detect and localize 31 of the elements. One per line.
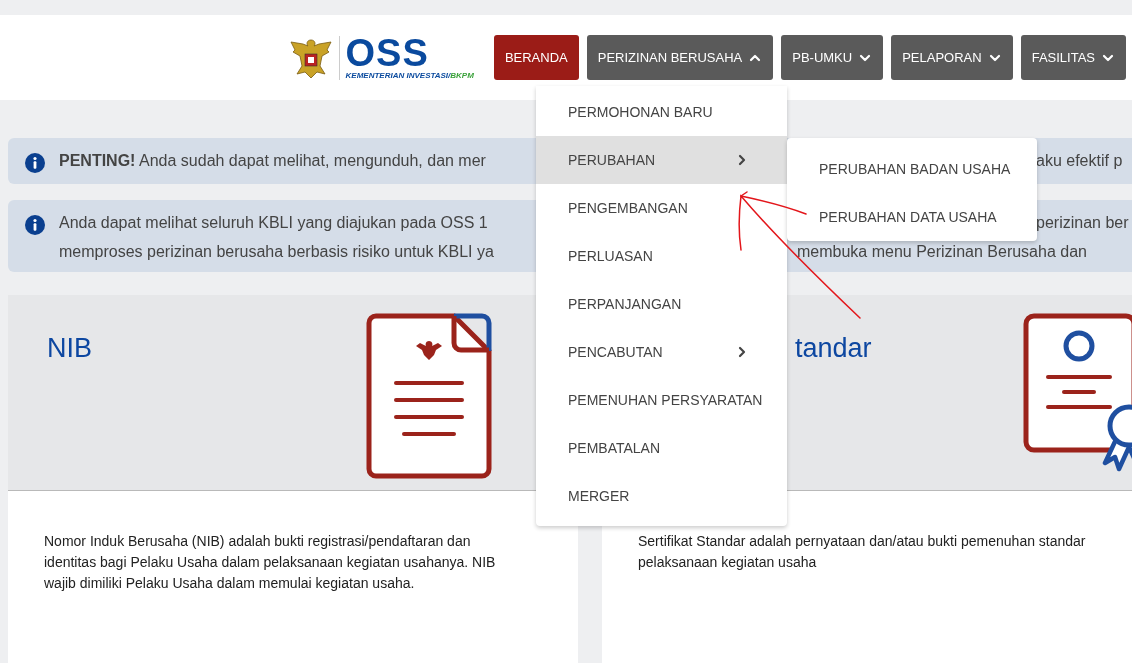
menu-item[interactable]: PEMENUHAN PERSYARATAN <box>536 376 787 424</box>
menu-item[interactable]: PERLUASAN <box>536 232 787 280</box>
oss-logo-text: OSS <box>345 35 429 71</box>
menu-item[interactable]: PERUBAHAN DATA USAHA <box>787 193 1037 241</box>
card-title: tandar <box>795 333 872 365</box>
menu-item[interactable]: PEMBATALAN <box>536 424 787 472</box>
alert-text: Anda dapat melihat seluruh KBLI yang diajukan pada OSS 1 <box>59 214 488 231</box>
logo-subtitle: KEMENTERIAN INVESTASI/BKPM <box>345 71 474 80</box>
menu-item[interactable]: PENCABUTAN <box>536 328 787 376</box>
alert-text: perizinan ber <box>1036 213 1129 232</box>
document-icon <box>366 313 492 479</box>
alert-text: memproses perizinan berusaha berbasis risiko untuk KBLI ya <box>59 243 494 260</box>
card-description: Sertifikat Standar adalah pernyataan dan/atau bukti pemenuhan standar pelaksanaan kegiatan usaha <box>638 532 1087 572</box>
nav-menu-button[interactable]: PERIZINAN BERUSAHA <box>586 35 774 80</box>
alert-text: PENTING! Anda sudah dapat melihat, mengunduh, dan mer <box>59 152 486 169</box>
nav-menu-button[interactable]: BERANDA <box>493 35 579 80</box>
info-icon <box>25 215 45 235</box>
menu-item[interactable]: PERMOHONAN BARU <box>536 88 787 136</box>
menu-item[interactable]: PERUBAHAN <box>536 136 787 184</box>
nav-menu-button[interactable]: FASILITAS <box>1020 35 1126 80</box>
card-title: NIB <box>47 333 92 365</box>
menu-item[interactable]: PENGEMBANGAN <box>536 184 787 232</box>
card-description: Nomor Induk Berusaha (NIB) adalah bukti registrasi/pendaftaran dan identitas bagi Pelaku Usaha dalam pelaksanaan kegiatan usahanya. NIB wajib dimiliki Pelaku Usaha dalam memulai kegiatan usaha. <box>44 532 497 593</box>
nav-menu-button[interactable]: PELAPORAN <box>891 35 1013 80</box>
alert-text: membuka menu Perizinan Berusaha dan <box>797 242 1087 261</box>
info-icon <box>25 153 45 173</box>
alert-text: aku efektif p <box>1036 151 1123 170</box>
menu-item[interactable]: PERPANJANGAN <box>536 280 787 328</box>
nav-menu-button[interactable]: PB-UMKU <box>781 35 884 80</box>
menu-item[interactable]: PERUBAHAN BADAN USAHA <box>787 145 1037 193</box>
menu-item[interactable]: MERGER <box>536 472 787 520</box>
